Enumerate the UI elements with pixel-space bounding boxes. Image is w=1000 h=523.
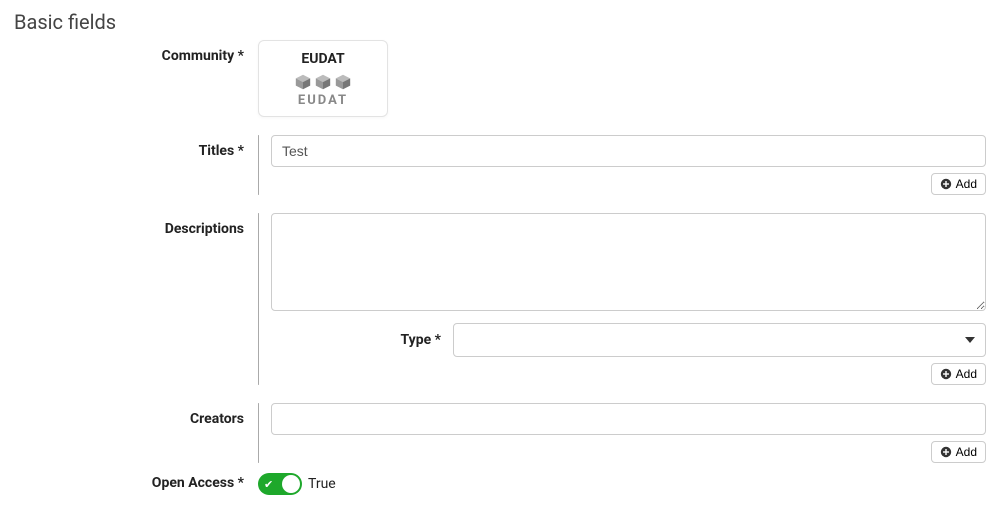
label-open-access: Open Access * [14, 473, 258, 491]
open-access-state-label: True [308, 476, 336, 492]
add-description-button[interactable]: Add [931, 363, 986, 385]
community-logo-text: EUDAT [267, 93, 379, 108]
divider [258, 135, 259, 195]
eudat-cubes-icon [267, 73, 379, 91]
divider [258, 213, 259, 385]
row-creators: Creators Add [14, 403, 986, 463]
community-card[interactable]: EUDAT EUDAT [258, 40, 388, 117]
divider [258, 403, 259, 463]
type-select[interactable] [453, 323, 986, 357]
open-access-toggle[interactable]: ✔ [258, 473, 302, 495]
row-open-access: Open Access * ✔ True [14, 473, 986, 495]
check-icon: ✔ [264, 479, 273, 490]
label-type: Type * [271, 332, 441, 348]
creators-input[interactable] [271, 403, 986, 435]
add-description-label: Add [956, 367, 977, 381]
label-descriptions: Descriptions [14, 213, 258, 237]
plus-circle-icon [940, 178, 952, 190]
toggle-knob [282, 475, 300, 493]
row-titles: Titles * Add [14, 135, 986, 195]
label-titles: Titles * [14, 135, 258, 159]
add-title-button[interactable]: Add [931, 173, 986, 195]
caret-down-icon [965, 337, 975, 343]
plus-circle-icon [940, 446, 952, 458]
add-creator-button[interactable]: Add [931, 441, 986, 463]
label-community: Community * [14, 40, 258, 64]
add-creator-label: Add [956, 445, 977, 459]
row-descriptions: Descriptions Type * Add [14, 213, 986, 385]
plus-circle-icon [940, 368, 952, 380]
label-creators: Creators [14, 403, 258, 427]
add-title-label: Add [956, 177, 977, 191]
section-title: Basic fields [14, 10, 986, 34]
community-name: EUDAT [267, 51, 379, 67]
descriptions-textarea[interactable] [271, 213, 986, 311]
titles-input[interactable] [271, 135, 986, 167]
row-community: Community * EUDAT EUDAT [14, 40, 986, 117]
